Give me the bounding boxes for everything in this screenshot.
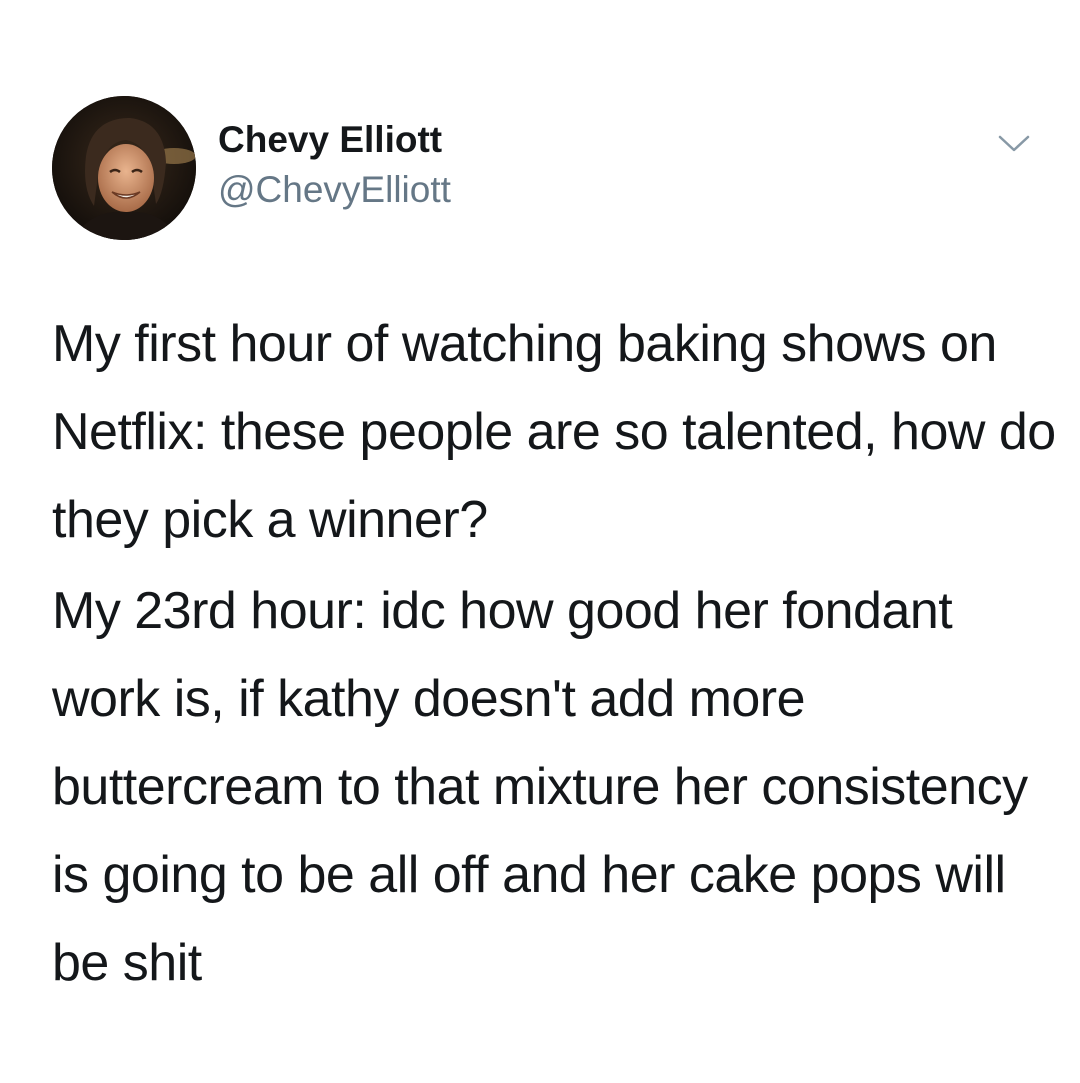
tweet-menu-button[interactable] <box>996 132 1032 156</box>
author-handle[interactable]: @ChevyElliott <box>218 166 451 214</box>
author-display-name[interactable]: Chevy Elliott <box>218 116 451 164</box>
chevron-down-icon <box>998 135 1030 152</box>
author-info: Chevy Elliott @ChevyElliott <box>218 116 451 214</box>
tweet-paragraph: My 23rd hour: idc how good her fondant w… <box>52 582 1028 992</box>
tweet-paragraph: My first hour of watching baking shows o… <box>52 315 1056 549</box>
tweet-text: My first hour of watching baking shows o… <box>52 300 1062 1007</box>
tweet-card: Chevy Elliott @ChevyElliott My first hou… <box>0 0 1080 1083</box>
author-avatar[interactable] <box>52 96 196 240</box>
avatar-photo-icon <box>52 96 196 240</box>
